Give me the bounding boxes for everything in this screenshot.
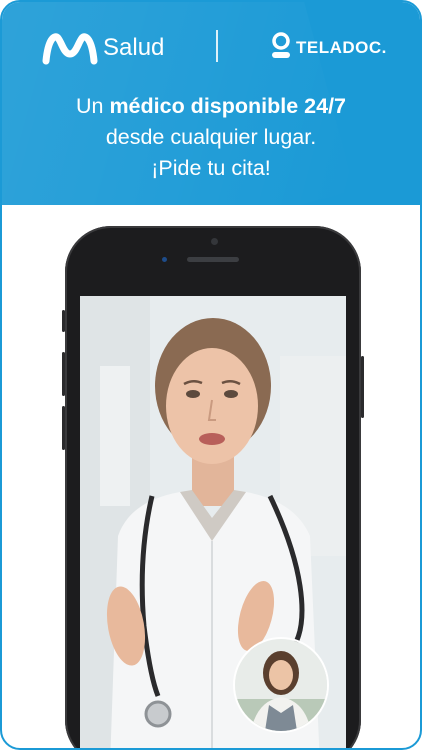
patient-video-image — [235, 639, 327, 731]
headline: Un médico disponible 24/7 desde cualquie… — [2, 91, 420, 184]
headline-line-2: desde cualquier lugar. — [105, 125, 317, 149]
brand-row: Salud TELADOC. — [2, 24, 420, 74]
phone-side-button — [361, 356, 364, 418]
self-view-thumbnail — [233, 637, 329, 733]
phone-side-button — [62, 352, 65, 396]
front-camera — [211, 238, 218, 245]
phone-side-button — [62, 310, 65, 332]
proximity-sensor — [162, 257, 167, 262]
promo-card: Salud TELADOC. Un médico disponible 24/7… — [0, 0, 422, 750]
phone-side-button — [62, 406, 65, 450]
teladoc-logo-icon — [272, 32, 290, 58]
brand-divider — [216, 30, 218, 62]
earpiece-speaker — [187, 257, 239, 262]
headline-prefix: Un — [75, 94, 110, 118]
headline-bold: médico disponible 24/7 — [109, 94, 347, 118]
promo-header: Salud TELADOC. Un médico disponible 24/7… — [2, 2, 420, 205]
brand-name: Salud — [103, 34, 165, 61]
partner-name: TELADOC. — [296, 38, 387, 57]
headline-line-3: ¡Pide tu cita! — [151, 156, 271, 180]
headline-line-1: Un médico disponible 24/7 — [2, 91, 420, 122]
movistar-logo-icon — [42, 33, 98, 65]
